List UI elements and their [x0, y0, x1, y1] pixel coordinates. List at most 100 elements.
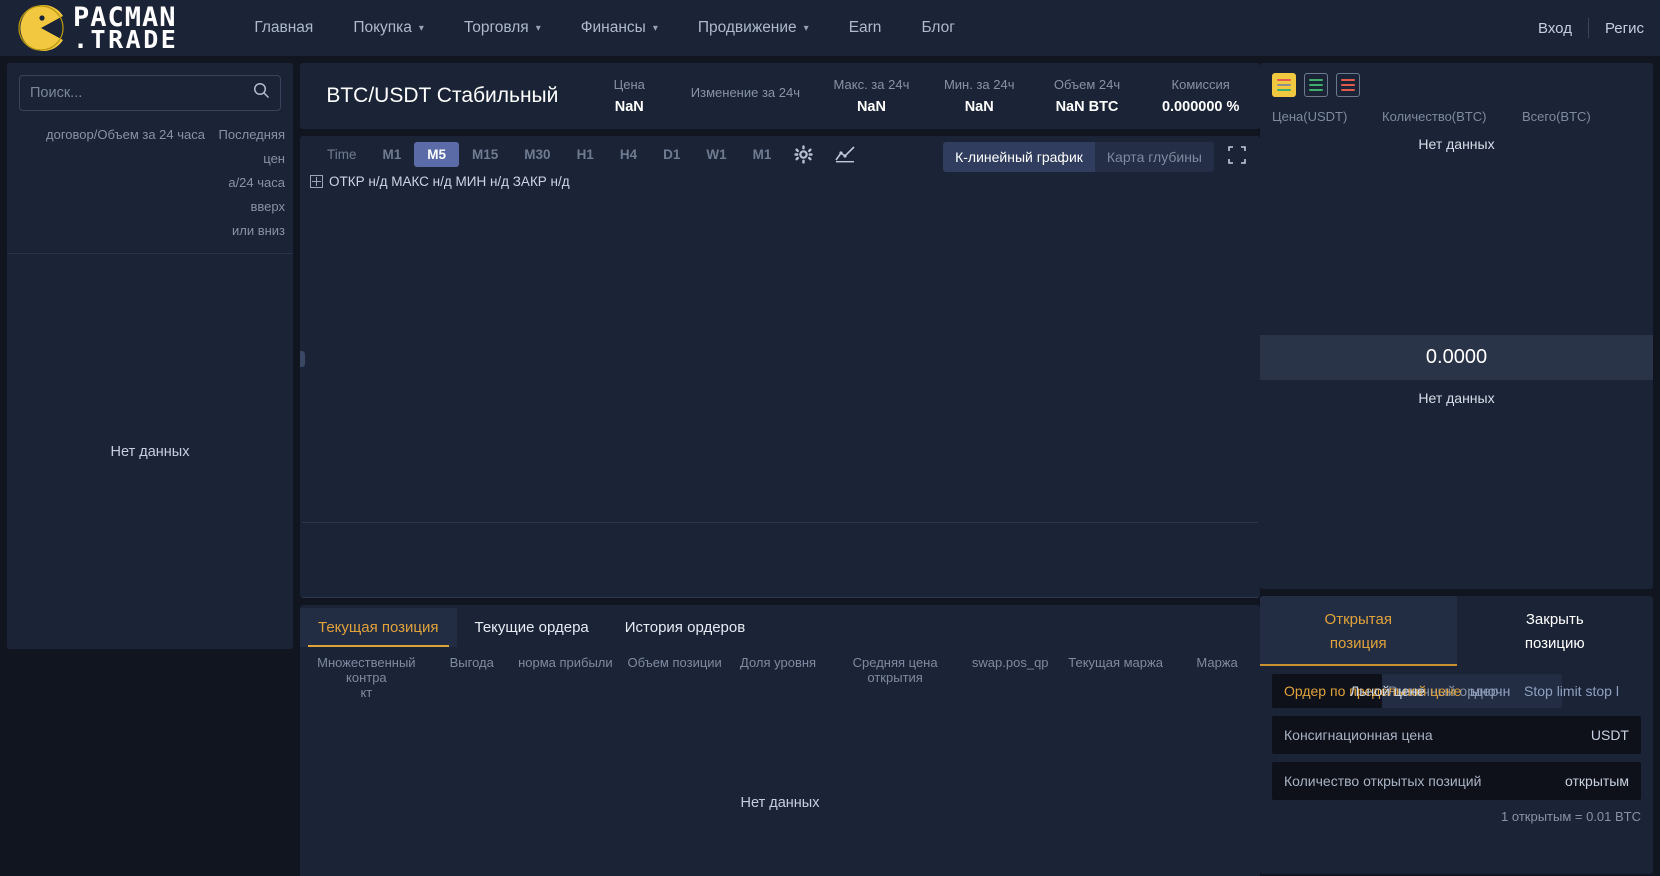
orderbook-columns: Цена(USDT) Количество(BTC) Всего(BTC): [1260, 103, 1653, 132]
timeframe-month[interactable]: M1: [740, 142, 785, 167]
stat-label: Мин. за 24ч: [943, 77, 1015, 92]
tab-current-position[interactable]: Текущая позиция: [300, 607, 457, 647]
site-logo[interactable]: PACMAN .TRADE: [0, 4, 179, 54]
column-contract: Множественный контра кт: [300, 655, 433, 700]
timeframe-d1[interactable]: D1: [650, 142, 693, 167]
price-input-field[interactable]: Консигнационная цена USDT: [1272, 716, 1641, 754]
tab-order-history[interactable]: История ордеров: [607, 608, 763, 647]
register-link[interactable]: Регис: [1589, 20, 1660, 37]
depth-chart-button[interactable]: Карта глубины: [1094, 142, 1214, 172]
logo-line-2: .TRADE: [73, 24, 179, 54]
left-column: договор/Объем за 24 часа Последняя цен а…: [0, 56, 300, 876]
contract-size-note: 1 открытым = 0.01 BTC: [1501, 809, 1641, 824]
orderbook-col-total: Всего(BTC): [1522, 109, 1591, 124]
col-price-header[interactable]: Последняя цен а/24 часа вверх или вниз: [205, 123, 285, 243]
timeframe-w1[interactable]: W1: [693, 142, 739, 167]
page-title: BTC/USDT Стабильный: [326, 84, 559, 107]
orderbook-col-amount: Количество(BTC): [1382, 109, 1487, 124]
timeframe-m30[interactable]: M30: [511, 142, 563, 167]
nav-label: Покупка: [353, 19, 412, 36]
stat-commission: Комиссия 0.000000 %: [1141, 77, 1260, 115]
timeframe-m5[interactable]: M5: [414, 141, 460, 167]
page-body: договор/Объем за 24 часа Последняя цен а…: [0, 56, 1660, 876]
column-level-share: Доля уровня: [740, 655, 817, 670]
timeframe-m1[interactable]: M1: [370, 142, 415, 167]
column-label: Множественный контра: [317, 655, 416, 685]
chart-panel: Time M1 M5 M15 M30 H1 H4 D1 W1 M1 К-лине…: [300, 136, 1260, 598]
stat-value: NaN BTC: [1055, 99, 1119, 115]
main-nav: Главная Покупка ▾ Торговля ▾ Финансы ▾ П…: [234, 13, 975, 43]
stat-low-24h: Мин. за 24ч NaN: [926, 77, 1033, 115]
nav-label: Финансы: [580, 19, 646, 36]
tab-line-1: Закрыть: [1525, 610, 1584, 628]
kline-chart-button[interactable]: К-линейный график: [943, 142, 1095, 172]
stat-change-24h: Изменение за 24ч: [674, 85, 817, 107]
nav-item-buy[interactable]: Покупка ▾: [333, 13, 444, 43]
pacman-icon: [18, 5, 64, 51]
orderbook-both-icon[interactable]: [1272, 73, 1296, 97]
logo-wordmark: PACMAN .TRADE: [73, 4, 179, 54]
gear-icon[interactable]: [794, 144, 813, 164]
orderbook-bids-empty: Нет данных: [1260, 380, 1653, 589]
stat-value: NaN: [964, 99, 994, 115]
chart-mode-buttons: К-линейный график Карта глубины: [943, 142, 1246, 172]
column-margin: Маржа: [1196, 655, 1238, 670]
col-price-line1: Последняя цен: [218, 127, 285, 167]
nav-item-earn[interactable]: Earn: [829, 13, 902, 43]
price-field-label: Консигнационная цена: [1284, 727, 1433, 743]
market-list-panel: договор/Объем за 24 часа Последняя цен а…: [7, 63, 293, 649]
quantity-field-unit: открытым: [1565, 773, 1629, 789]
timeframe-h1[interactable]: H1: [564, 142, 607, 167]
nav-item-promotion[interactable]: Продвижение ▾: [678, 13, 829, 43]
col-price-line2: а/24 часа вверх: [228, 175, 285, 215]
search-icon[interactable]: [253, 82, 270, 104]
quantity-input-field[interactable]: Количество открытых позиций открытым: [1272, 762, 1641, 800]
column-profit: Выгода: [449, 655, 494, 670]
nav-item-blog[interactable]: Блог: [901, 13, 975, 43]
header-actions: Вход Регис: [1522, 0, 1660, 56]
tab-line-2: позицию: [1524, 634, 1585, 652]
fullscreen-icon[interactable]: [1228, 145, 1246, 169]
col-volume-header[interactable]: договор/Объем за 24 часа: [15, 123, 205, 243]
orders-tabs: Текущая позиция Текущие ордера История о…: [300, 605, 1260, 649]
stat-price: Цена NaN: [585, 77, 674, 115]
right-column: Цена(USDT) Количество(BTC) Всего(BTC) Не…: [1260, 56, 1660, 876]
chart-canvas[interactable]: [300, 184, 1260, 598]
tab-open-position[interactable]: Открытая позиция: [1260, 596, 1457, 666]
order-type-stop-limit[interactable]: Stop limit stop l: [1524, 674, 1619, 708]
chevron-down-icon: ▾: [418, 22, 424, 34]
nav-item-home[interactable]: Главная: [234, 13, 333, 43]
stat-label: Цена: [613, 77, 645, 92]
timeframe-h4[interactable]: H4: [607, 142, 650, 167]
position-tabs: Открытая позиция Закрыть позицию: [1260, 596, 1653, 666]
login-link[interactable]: Вход: [1522, 20, 1588, 37]
column-position-volume: Объем позиции: [627, 655, 722, 670]
stat-label: Комиссия: [1171, 77, 1230, 92]
stat-value: NaN: [614, 99, 644, 115]
top-header: PACMAN .TRADE Главная Покупка ▾ Торговля…: [0, 0, 1660, 56]
orderbook-last-price: 0.0000: [1260, 335, 1653, 380]
empty-label: Нет данных: [110, 443, 190, 460]
timeframe-m15[interactable]: M15: [459, 142, 511, 167]
nav-label: Earn: [848, 19, 882, 36]
timeframe-time-label[interactable]: Time: [314, 142, 370, 167]
stat-label: Макс. за 24ч: [833, 77, 910, 92]
chart-volume-divider: [302, 522, 1258, 523]
stat-label: Изменение за 24ч: [690, 85, 800, 100]
chart-indicator-icon[interactable]: [835, 145, 856, 164]
nav-item-finance[interactable]: Финансы ▾: [561, 13, 678, 43]
column-label-wrap: кт: [360, 685, 373, 700]
tab-current-orders[interactable]: Текущие ордера: [457, 608, 607, 647]
search-box[interactable]: [19, 75, 281, 111]
orderbook-bids-icon[interactable]: [1304, 73, 1328, 97]
chevron-down-icon: ▾: [803, 22, 809, 34]
panel-resize-handle[interactable]: [300, 351, 305, 367]
nav-item-trade[interactable]: Торговля ▾: [444, 13, 561, 43]
orderbook-asks-icon[interactable]: [1336, 73, 1360, 97]
orders-empty-state: Нет данных: [740, 795, 820, 811]
col-price-line3: или вниз: [231, 223, 285, 239]
stat-high-24h: Макс. за 24ч NaN: [817, 77, 926, 115]
tab-close-position[interactable]: Закрыть позицию: [1457, 596, 1654, 666]
column-avg-open-price: Средняя цена открытия: [852, 655, 938, 685]
search-input[interactable]: [30, 85, 253, 101]
